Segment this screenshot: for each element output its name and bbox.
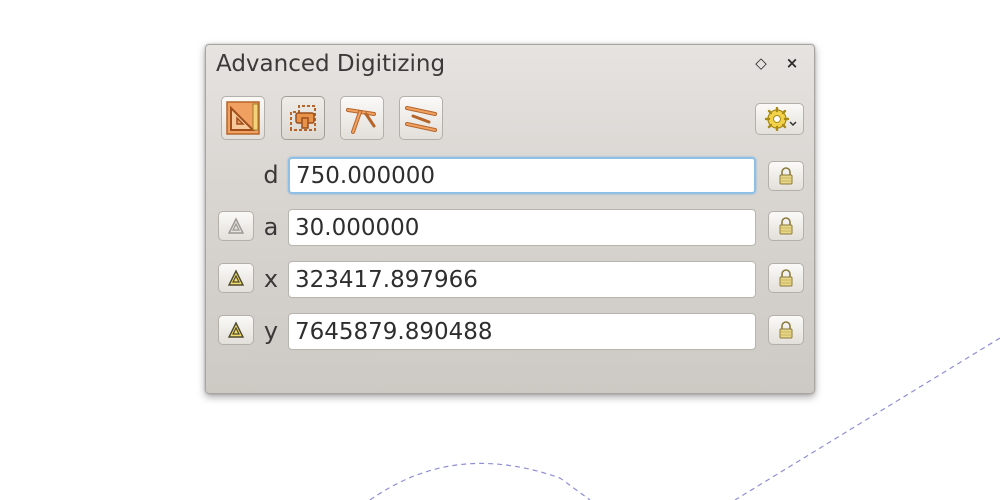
float-icon[interactable]: ◇: [751, 53, 771, 73]
parallel-icon: [405, 106, 437, 132]
cad-enable-button[interactable]: [221, 96, 265, 140]
y-label: y: [263, 317, 279, 345]
x-lock-button[interactable]: [768, 263, 804, 293]
guide-line-arc: [369, 462, 591, 500]
perpendicular-icon: [346, 108, 376, 134]
distance-label: d: [263, 161, 279, 189]
parallel-button[interactable]: [399, 96, 443, 140]
lock-icon: [779, 269, 793, 287]
distance-field[interactable]: [288, 157, 756, 194]
angle-field[interactable]: [288, 209, 756, 246]
close-icon[interactable]: ×: [782, 53, 802, 73]
construction-mode-icon: [290, 105, 316, 131]
distance-lock-button[interactable]: [768, 161, 804, 191]
settings-gear-icon: [764, 107, 797, 131]
relative-delta-icon: [227, 217, 245, 234]
lock-icon: [779, 321, 793, 339]
advanced-digitizing-panel: Advanced Digitizing ◇ × d 750.000000 a 3…: [205, 44, 815, 394]
y-coordinate-field[interactable]: [288, 313, 756, 350]
lock-icon: [779, 167, 793, 185]
relative-delta-icon: [227, 269, 245, 286]
y-relative-button[interactable]: [218, 315, 254, 345]
construction-mode-button[interactable]: [281, 96, 325, 140]
cad-enable-icon: [226, 101, 260, 135]
y-lock-button[interactable]: [768, 315, 804, 345]
x-relative-button[interactable]: [218, 263, 254, 293]
perpendicular-button[interactable]: [340, 96, 384, 140]
lock-icon: [779, 217, 793, 235]
x-coordinate-field[interactable]: [288, 261, 756, 298]
angle-lock-button[interactable]: [768, 211, 804, 241]
x-label: x: [263, 265, 279, 293]
angle-relative-button[interactable]: [218, 211, 254, 241]
panel-title: Advanced Digitizing: [216, 51, 446, 77]
settings-button[interactable]: [755, 103, 804, 135]
relative-delta-icon: [227, 321, 245, 338]
angle-label: a: [263, 213, 279, 241]
